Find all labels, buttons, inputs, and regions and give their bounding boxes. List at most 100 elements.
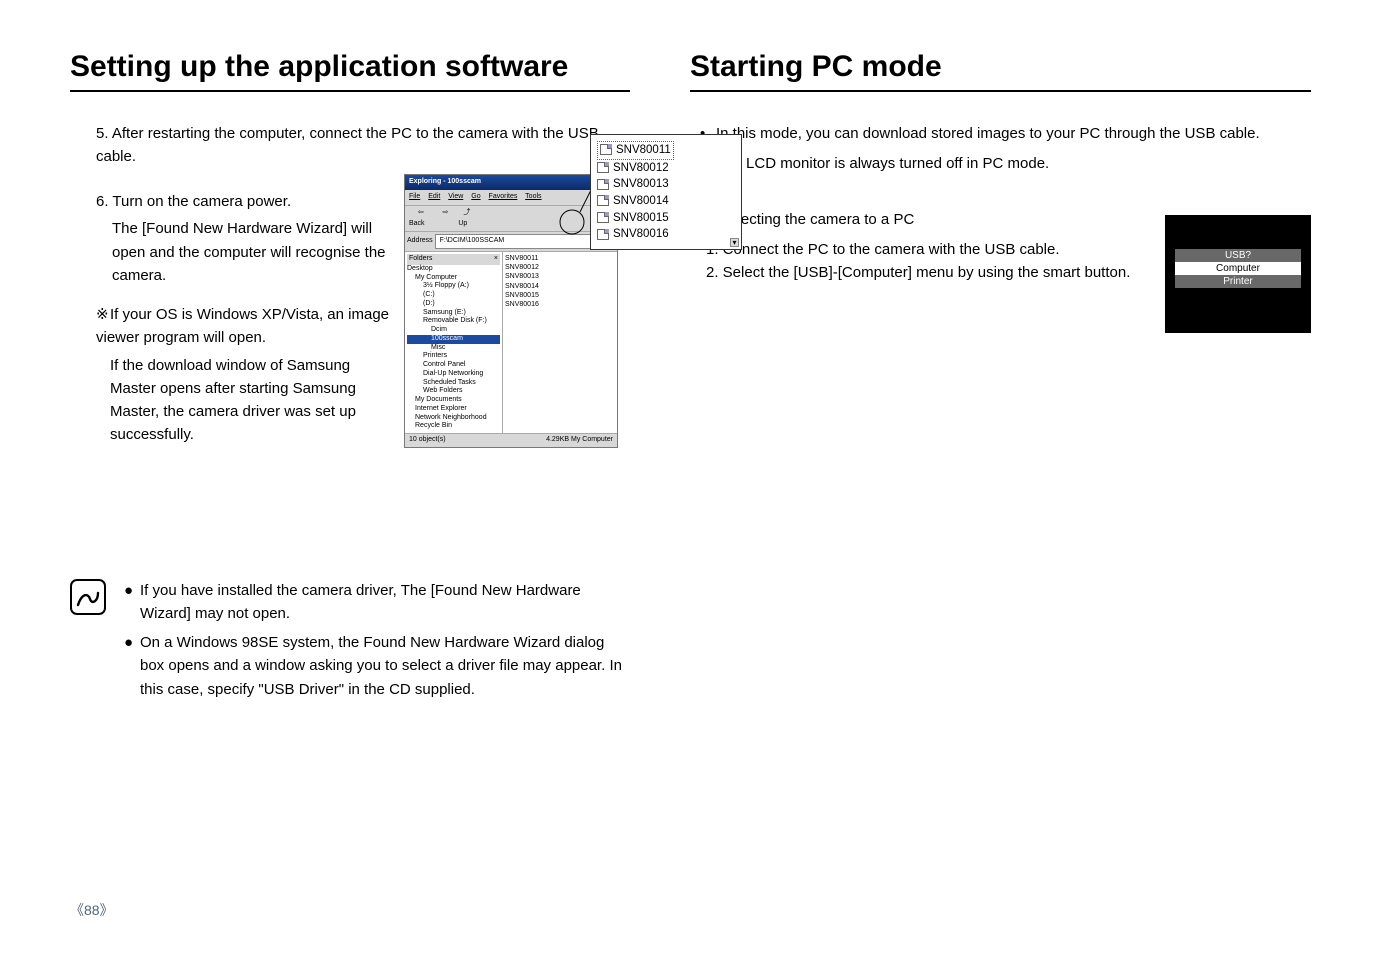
bullet-item: • The LCD monitor is always turned off i…: [700, 152, 1311, 177]
address-label: Address: [407, 237, 433, 244]
file-item: SNV80012: [505, 263, 615, 272]
explorer-toolbar: ⇦Back ⇨ ⤴Up: [405, 206, 617, 233]
tree-control-panel: Control Panel: [407, 361, 500, 370]
menu-go: Go: [471, 193, 480, 200]
right-column: Starting PC mode • In this mode, you can…: [690, 50, 1311, 707]
conn-step-2: 2. Select the [USB]-[Computer] menu by u…: [706, 261, 1141, 284]
lcd-row-computer: Computer: [1175, 262, 1301, 275]
info-icon: [70, 579, 106, 622]
file-item: SNV80013: [505, 272, 615, 281]
lcd-screen: USB? Computer Printer: [1165, 215, 1311, 333]
tree-mydocs: My Documents: [407, 396, 500, 405]
status-objects: 10 object(s): [409, 435, 446, 446]
windows-explorer: Exploring - 100sscam File Edit View Go F…: [404, 174, 618, 448]
tree-c: (C:): [407, 291, 500, 300]
lcd-menu: USB? Computer Printer: [1175, 249, 1301, 288]
step-5: 5. After restarting the computer, connec…: [96, 122, 630, 169]
tree-ie: Internet Explorer: [407, 405, 500, 414]
image-file-icon: [597, 179, 609, 190]
explorer-menubar: File Edit View Go Favorites Tools: [405, 190, 617, 206]
tree-dcim: Dcim: [407, 326, 500, 335]
bullet-dot: ●: [124, 579, 134, 626]
connecting-text: Connecting the camera to a PC 1. Connect…: [690, 211, 1141, 285]
toolbar-fwd: ⇨: [443, 208, 449, 230]
status-size-loc: 4.29KB My Computer: [546, 435, 613, 446]
menu-file: File: [409, 193, 420, 200]
info-text: If you have installed the camera driver,…: [140, 579, 630, 626]
left-rule: [70, 90, 630, 92]
tree-scheduled: Scheduled Tasks: [407, 379, 500, 388]
toolbar-up: ⤴Up: [458, 208, 475, 230]
os-note-line2: If the download window of Samsung Master…: [110, 354, 390, 447]
step-6-line2: The [Found New Hardware Wizard] will ope…: [112, 217, 390, 287]
file-callout: SNV80011 SNV80012 SNV80013 SNV80014 SNV8…: [590, 134, 742, 250]
step-6-line1: 6. Turn on the camera power.: [96, 190, 390, 213]
tree-removable: Removable Disk (F:): [407, 317, 500, 326]
explorer-addressbar: Address F:\DCIM\100SSCAM: [405, 232, 617, 252]
right-rule: [690, 90, 1311, 92]
info-item: ● On a Windows 98SE system, the Found Ne…: [124, 631, 630, 701]
image-file-icon: [597, 229, 609, 240]
tree-d: (D:): [407, 300, 500, 309]
left-body: 5. After restarting the computer, connec…: [70, 122, 630, 707]
connecting-steps: 1. Connect the PC to the camera with the…: [706, 238, 1141, 285]
image-file-icon: [597, 162, 609, 173]
info-text: On a Windows 98SE system, the Found New …: [140, 631, 630, 701]
menu-favorites: Favorites: [489, 193, 518, 200]
lcd-row-printer: Printer: [1175, 275, 1301, 288]
toolbar-back: ⇦Back: [409, 208, 433, 230]
step-6-row: 6. Turn on the camera power. The [Found …: [70, 190, 630, 469]
bullet-text: In this mode, you can download stored im…: [716, 122, 1260, 147]
right-heading: Starting PC mode: [690, 50, 1311, 84]
connecting-section: Connecting the camera to a PC 1. Connect…: [690, 211, 1311, 333]
callout-scroll-down: ▾: [730, 238, 739, 247]
os-note-line1: If your OS is Windows XP/Vista, an image…: [96, 306, 389, 346]
callout-item: SNV80016: [597, 226, 735, 243]
callout-box: SNV80011 SNV80012 SNV80013 SNV80014 SNV8…: [590, 134, 742, 250]
bullet-text: The LCD monitor is always turned off in …: [716, 152, 1049, 177]
bullet-item: • In this mode, you can download stored …: [700, 122, 1311, 147]
file-item: SNV80011: [505, 254, 615, 263]
folders-close: ×: [494, 255, 498, 264]
tree-dialup: Dial-Up Networking: [407, 370, 500, 379]
explorer-screenshot: SNV80011 SNV80012 SNV80013 SNV80014 SNV8…: [404, 174, 618, 448]
right-bullets: • In this mode, you can download stored …: [700, 122, 1311, 178]
camera-lcd: USB? Computer Printer: [1165, 215, 1311, 333]
tree-network: Network Neighborhood: [407, 414, 500, 423]
connecting-heading: Connecting the camera to a PC: [690, 211, 1141, 228]
conn-step-1: 1. Connect the PC to the camera with the…: [706, 238, 1141, 261]
callout-item: SNV80011: [597, 141, 674, 160]
bullet-dot: ●: [124, 631, 134, 701]
callout-item: SNV80013: [597, 176, 735, 193]
os-note: ※If your OS is Windows XP/Vista, an imag…: [96, 303, 390, 447]
explorer-body: Folders× Desktop My Computer 3½ Floppy (…: [405, 252, 617, 433]
image-file-icon: [597, 195, 609, 206]
tree-100sscam: 100sscam: [407, 335, 500, 344]
image-file-icon: [597, 212, 609, 223]
info-list: ● If you have installed the camera drive…: [124, 579, 630, 707]
info-block: ● If you have installed the camera drive…: [70, 579, 630, 707]
callout-item: SNV80014: [597, 193, 735, 210]
menu-tools: Tools: [525, 193, 541, 200]
file-item: SNV80014: [505, 282, 615, 291]
folder-tree: Folders× Desktop My Computer 3½ Floppy (…: [405, 252, 503, 433]
note-symbol: ※: [96, 303, 110, 326]
info-item: ● If you have installed the camera drive…: [124, 579, 630, 626]
menu-edit: Edit: [428, 193, 440, 200]
file-item: SNV80016: [505, 300, 615, 309]
folders-header: Folders: [409, 255, 432, 264]
image-file-icon: [600, 144, 612, 155]
tree-misc: Misc: [407, 344, 500, 353]
step-6-text: 6. Turn on the camera power. The [Found …: [70, 190, 390, 469]
menu-view: View: [448, 193, 463, 200]
file-item: SNV80015: [505, 291, 615, 300]
explorer-statusbar: 10 object(s) 4.29KB My Computer: [405, 433, 617, 447]
manual-page: Setting up the application software 5. A…: [0, 0, 1381, 954]
left-heading: Setting up the application software: [70, 50, 630, 84]
tree-printers: Printers: [407, 352, 500, 361]
address-value: F:\DCIM\100SSCAM: [435, 234, 595, 249]
left-column: Setting up the application software 5. A…: [70, 50, 630, 707]
file-list-pane: SNV80011 SNV80012 SNV80013 SNV80014 SNV8…: [503, 252, 617, 433]
callout-item: SNV80015: [597, 210, 735, 227]
tree-recycle: Recycle Bin: [407, 422, 500, 431]
